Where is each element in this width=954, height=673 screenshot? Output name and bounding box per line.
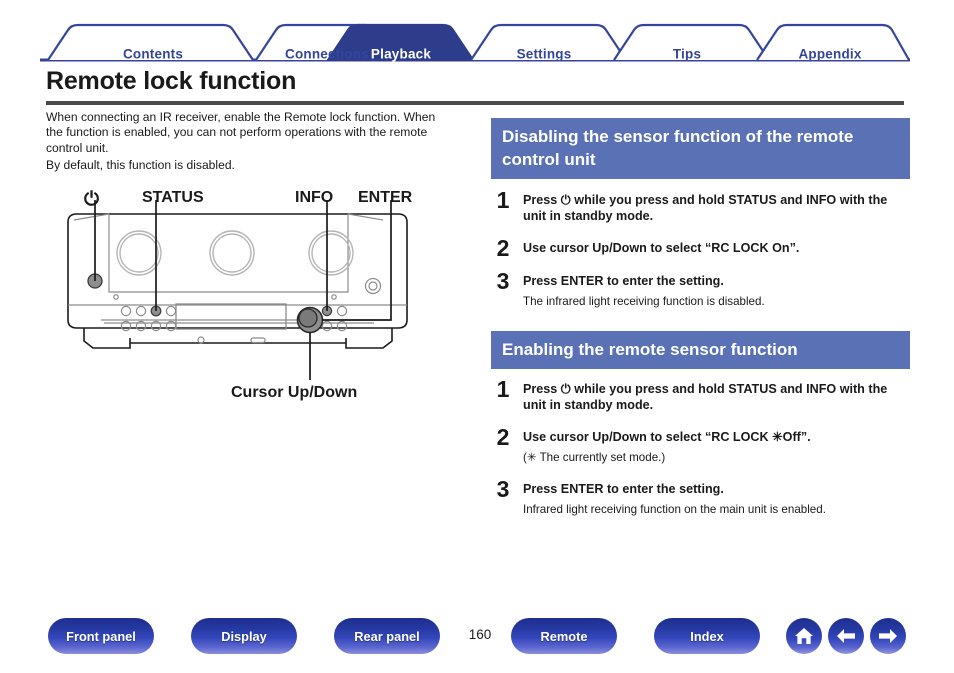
step-note: The infrared light receiving function is… (523, 294, 765, 308)
top-tab-bar: Contents Connections Playback Settings T… (40, 22, 910, 62)
tab-contents[interactable]: Contents (123, 47, 183, 62)
cursor-up-down-label: Cursor Up/Down (231, 384, 358, 401)
step-number: 2 (496, 235, 510, 261)
page-number: 160 (468, 627, 492, 642)
nav-button-display[interactable]: Display (191, 618, 297, 654)
step-item: 2 Use cursor Up/Down to select “RC LOCK … (491, 424, 910, 465)
back-arrow-icon (837, 629, 855, 643)
tab-connections[interactable]: Connections (285, 47, 369, 62)
info-label: INFO (295, 189, 334, 206)
page-title: Remote lock function (46, 67, 297, 95)
home-icon (795, 628, 813, 644)
step-title: Press ENTER to enter the setting. (523, 482, 724, 496)
enter-label: ENTER (358, 189, 413, 206)
step-number: 2 (496, 424, 510, 450)
step-item: 1 Press ⏻ while you press and hold STATU… (491, 376, 910, 413)
intro-paragraph-2: By default, this function is disabled. (46, 158, 235, 173)
nav-button-remote[interactable]: Remote (511, 618, 617, 654)
nav-button-front-panel[interactable]: Front panel (48, 618, 154, 654)
step-title: Press ENTER to enter the setting. (523, 274, 724, 288)
step-number: 1 (496, 376, 510, 402)
front-panel-diagram: ⏻ STATUS INFO ENTER Cursor Up/Down (46, 180, 476, 410)
tab-appendix[interactable]: Appendix (798, 47, 861, 62)
step-title: Press ⏻ while you press and hold STATUS … (523, 382, 888, 412)
tab-tips[interactable]: Tips (673, 47, 701, 62)
section-header-disabling: Disabling the sensor function of the rem… (491, 118, 910, 179)
step-note: Infrared light receiving function on the… (523, 502, 826, 516)
step-note: (✳ The currently set mode.) (523, 450, 666, 464)
step-number: 1 (496, 187, 510, 213)
tab-settings[interactable]: Settings (517, 47, 572, 62)
bottom-navigation-bar: Front panel Display Rear panel 160 Remot… (0, 618, 954, 658)
step-title: Use cursor Up/Down to select “RC LOCK On… (523, 241, 800, 255)
step-title: Press ⏻ while you press and hold STATUS … (523, 193, 888, 223)
nav-button-rear-panel[interactable]: Rear panel (334, 618, 440, 654)
section-header-enabling: Enabling the remote sensor function (491, 331, 910, 369)
intro-paragraph-1: When connecting an IR receiver, enable t… (46, 110, 436, 155)
step-number: 3 (496, 268, 510, 294)
tab-playback[interactable]: Playback (371, 47, 431, 62)
step-number: 3 (496, 476, 510, 502)
status-label: STATUS (142, 189, 204, 206)
forward-arrow-icon (879, 629, 897, 643)
front-panel-illustration (67, 200, 408, 380)
step-item: 3 Press ENTER to enter the setting. Infr… (491, 476, 910, 517)
step-item: 3 Press ENTER to enter the setting. The … (491, 268, 910, 309)
step-item: 1 Press ⏻ while you press and hold STATU… (491, 187, 910, 224)
forward-button[interactable] (870, 618, 906, 654)
intro-text: When connecting an IR receiver, enable t… (46, 110, 446, 174)
step-title: Use cursor Up/Down to select “RC LOCK ✳O… (523, 430, 811, 444)
step-item: 2 Use cursor Up/Down to select “RC LOCK … (491, 235, 910, 261)
title-divider (46, 101, 904, 105)
power-symbol-label: ⏻ (84, 188, 100, 210)
back-button[interactable] (828, 618, 864, 654)
nav-button-index[interactable]: Index (654, 618, 760, 654)
home-button[interactable] (786, 618, 822, 654)
